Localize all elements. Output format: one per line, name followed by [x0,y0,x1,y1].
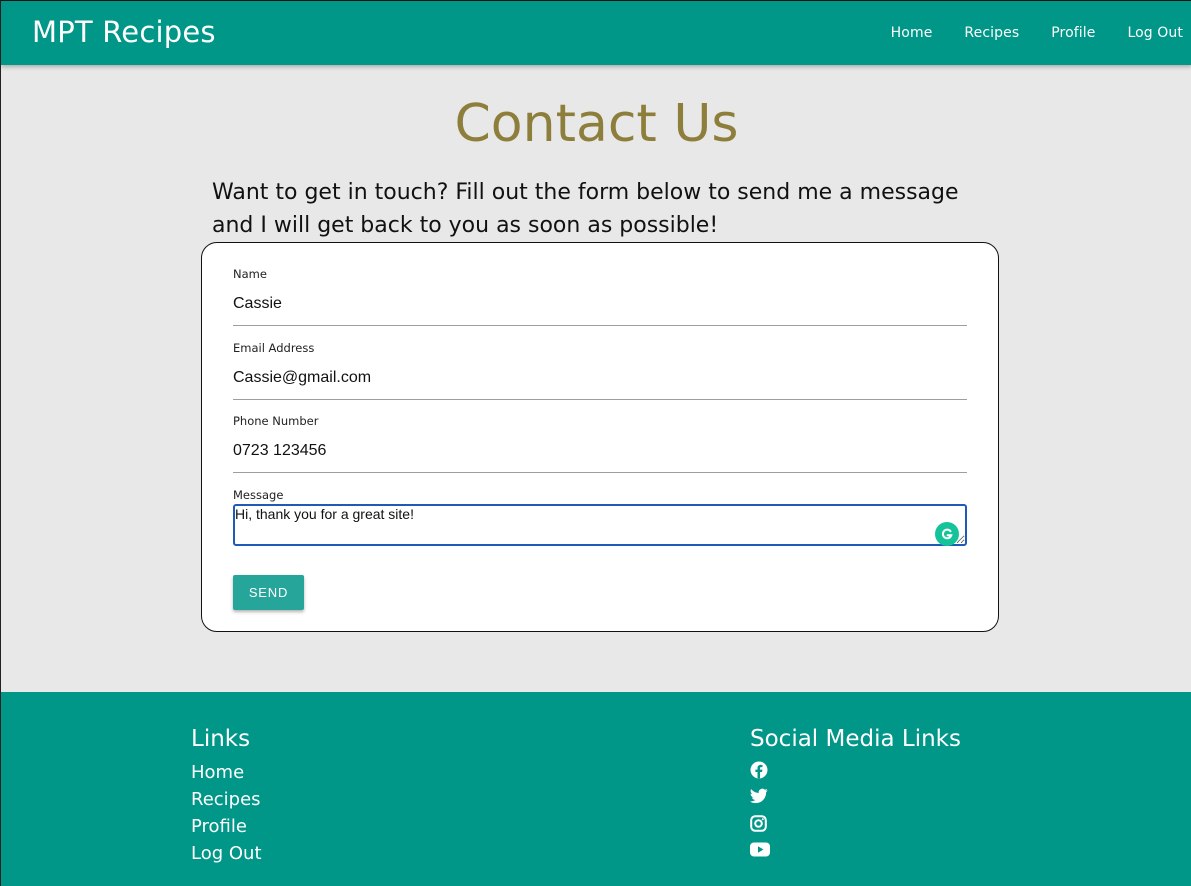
email-label: Email Address [233,341,315,355]
grammarly-icon[interactable] [935,522,959,546]
message-wrapper: Hi, thank you for a great site! [233,504,967,546]
intro-text: Want to get in touch? Fill out the form … [212,180,959,238]
nav-profile[interactable]: Profile [1051,25,1095,41]
phone-input[interactable] [233,428,967,473]
message-field-group: Message Hi, thank you for a great site! [233,488,967,546]
name-label: Name [233,267,267,281]
footer-link-logout[interactable]: Log Out [191,842,262,869]
footer-social-column: Social Media Links [750,726,961,869]
footer-links-column: Links Home Recipes Profile Log Out [191,726,262,869]
twitter-icon[interactable] [750,788,961,815]
footer-social-heading: Social Media Links [750,726,961,752]
nav-recipes[interactable]: Recipes [964,25,1019,41]
footer-link-recipes[interactable]: Recipes [191,788,262,815]
email-input[interactable] [233,355,967,400]
phone-field-group: Phone Number [233,414,967,473]
message-label: Message [233,488,284,502]
nav-links: Home Recipes Profile Log Out [859,25,1183,41]
message-textarea[interactable]: Hi, thank you for a great site! [233,504,967,546]
footer-links-heading: Links [191,726,251,752]
nav-logout[interactable]: Log Out [1127,25,1183,41]
send-button[interactable]: SEND [233,575,304,610]
page-title: Contact Us [454,94,739,154]
name-field-group: Name [233,267,967,326]
nav-home[interactable]: Home [891,25,933,41]
phone-label: Phone Number [233,414,319,428]
footer-link-home[interactable]: Home [191,761,262,788]
navbar: MPT Recipes Home Recipes Profile Log Out [1,0,1191,65]
name-input[interactable] [233,281,967,326]
footer-link-profile[interactable]: Profile [191,815,262,842]
contact-form: Name Email Address Phone Number Message … [201,242,999,632]
brand-logo[interactable]: MPT Recipes [32,15,216,49]
facebook-icon[interactable] [750,761,961,788]
instagram-icon[interactable] [750,815,961,842]
email-field-group: Email Address [233,341,967,400]
youtube-icon[interactable] [750,842,961,869]
footer: Links Home Recipes Profile Log Out Socia… [1,692,1191,886]
